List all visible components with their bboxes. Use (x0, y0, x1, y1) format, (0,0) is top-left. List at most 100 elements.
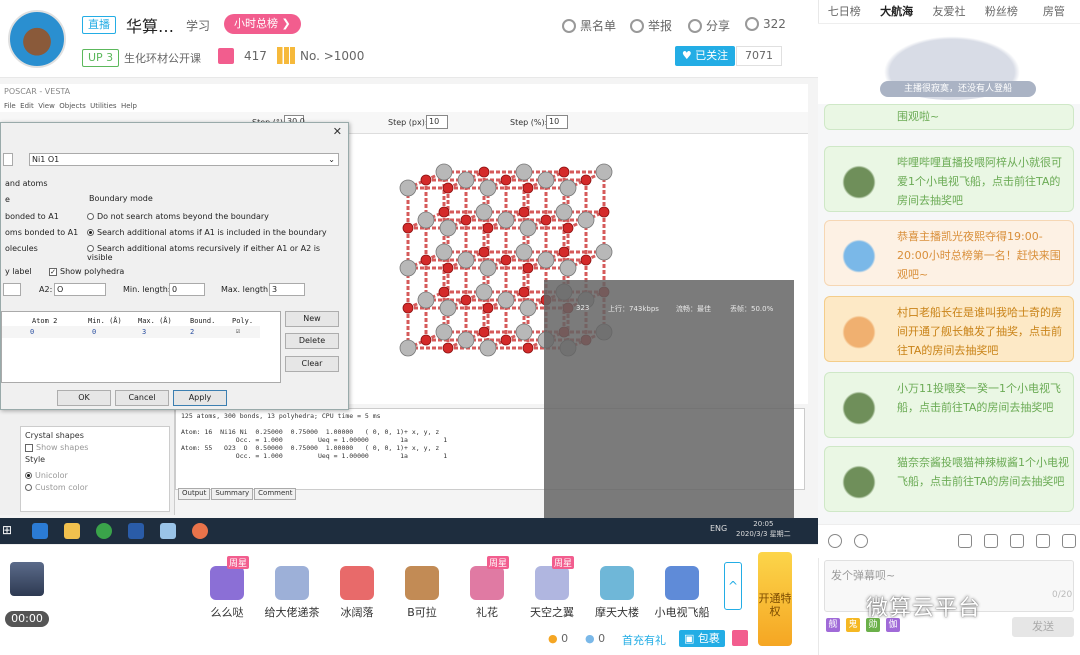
gift-item[interactable]: 冰阔落 (325, 560, 389, 620)
gift-name: 么么哒 (210, 606, 244, 619)
chat-system-card[interactable]: 哔哩哔哩直播投喂阿梓从小就很可爱1个小电视飞船，点击前往TA的房间去抽奖吧 (824, 146, 1074, 213)
vesta-menu-bar: File Edit View Objects Utilities Help (0, 100, 808, 112)
screen-icon[interactable] (1010, 534, 1024, 548)
gift-icon (210, 566, 244, 600)
table-row: 0 0 3 2 ☑ (2, 326, 260, 338)
blacklist-button[interactable]: 黑名单 (562, 17, 616, 34)
chat-system-card[interactable]: 小万11投喂癸一癸一1个小电视飞船，点击前往TA的房间去抽奖吧 (824, 372, 1074, 439)
clear-button: Clear (285, 356, 339, 372)
stat-fluency: 流畅：最佳 (676, 305, 711, 313)
oxygen-atom (442, 182, 454, 194)
nickel-atom (457, 171, 475, 189)
tab-seven-day[interactable]: 七日榜 (818, 0, 870, 23)
tab-fans[interactable]: 粉丝榜 (975, 0, 1027, 23)
gift-icon (275, 566, 309, 600)
crystal-shapes-heading: Crystal shapes (25, 431, 84, 440)
hour-rank-pill[interactable]: 小时总榜 ❯ (224, 14, 301, 34)
oxygen-atom (540, 214, 552, 226)
streamer-name[interactable]: 华算… (126, 13, 174, 37)
up-level-badge: UP 3 (82, 49, 120, 67)
gift-item[interactable]: B可拉 (390, 560, 454, 620)
card-text: 村口老船长在是谁叫我哈士奇的房间开通了舰长触发了抽奖，点击前往TA的房间去抽奖吧 (897, 306, 1062, 357)
hand-icon[interactable] (958, 534, 972, 548)
unicolor-label: Unicolor (35, 471, 68, 480)
gift-box-icon[interactable] (732, 630, 748, 646)
chat-system-card[interactable]: 猫奈奈酱投喂猫神辣椒酱1个小电视飞船，点击前往TA的房间去抽奖吧 (824, 446, 1074, 513)
unicolor-radio (25, 472, 32, 479)
open-privilege-button[interactable]: 开通特权 (758, 552, 792, 646)
report-button[interactable]: 举报 (630, 17, 672, 34)
tab-room-admin[interactable]: 房管 (1028, 0, 1080, 23)
oxygen-atom (500, 174, 512, 186)
play-timer: 00:00 (5, 611, 49, 627)
chat-system-card[interactable]: 村口老船长在是谁叫我哈士奇的房间开通了舰长触发了抽奖，点击前往TA的房间去抽奖吧 (824, 296, 1074, 363)
image-icon[interactable] (984, 534, 998, 548)
medal-tag-1[interactable]: 舰 (826, 618, 840, 632)
streamer-avatar[interactable] (8, 10, 66, 68)
stream-stats: 323 上行：743kbps 流畅：最佳 丢帧：50.0% (544, 300, 794, 318)
palette-icon[interactable] (854, 534, 868, 548)
tv-icon[interactable] (10, 562, 44, 596)
gift-item[interactable]: 小电视飞船 (650, 560, 714, 620)
chat-system-card[interactable]: 恭喜主播凯光夜熙夺得19:00-20:00小时总榜第一名！赶快来围观吧~ (824, 220, 1074, 287)
gift-item[interactable]: 周星 礼花 (455, 556, 519, 620)
blacklist-label: 黑名单 (580, 19, 617, 33)
vesta-icon (160, 523, 176, 539)
people-icon (745, 17, 759, 31)
card-text: 小万11投喂癸一癸一1个小电视飞船，点击前往TA的房间去抽奖吧 (897, 382, 1061, 414)
boundary-radio-2-label: Search additional atoms if A1 is include… (97, 228, 327, 237)
app-icon (192, 523, 208, 539)
medal-tag-2[interactable]: 鬼 (846, 618, 860, 632)
mascot-icon (831, 457, 887, 513)
gift-item[interactable]: 摩天大楼 (585, 560, 649, 620)
package-button[interactable]: ▣ 包裹 (679, 630, 725, 647)
oxygen-atom (558, 246, 570, 258)
vesta-window-title: POSCAR - VESTA (0, 84, 808, 100)
mascot-icon (831, 157, 887, 213)
a1-select (3, 283, 21, 296)
nickel-atom (457, 331, 475, 349)
gift-name: 给大佬递茶 (264, 606, 320, 619)
search-opt-3: olecules (5, 244, 38, 253)
card-icon[interactable] (1036, 534, 1050, 548)
oxygen-atom (562, 222, 574, 234)
a2-value: O (57, 285, 64, 294)
nickel-atom (559, 179, 577, 197)
stream-header (0, 0, 818, 78)
boundary-radio-3 (87, 245, 94, 252)
menu-objects: Objects (59, 102, 86, 110)
oxygen-atom (438, 206, 450, 218)
oxygen-atom (478, 326, 490, 338)
chat-system-card[interactable]: 围观啦~ (824, 104, 1074, 130)
oxygen-atom (478, 166, 490, 178)
search-opt-2: oms bonded to A1 (5, 228, 79, 237)
emoji-icon[interactable] (828, 534, 842, 548)
area-name[interactable]: 生化环材公开课 (124, 50, 201, 66)
recharge-link[interactable]: 首充有礼 (622, 632, 666, 648)
settings-icon[interactable] (1062, 534, 1076, 548)
gift-name: 冰阔落 (340, 606, 374, 619)
more-gifts-button[interactable]: ^ (724, 562, 742, 610)
output-tabs: Output Summary Comment (178, 488, 297, 500)
share-button[interactable]: 分享 (688, 17, 730, 34)
nickel-atom (595, 243, 613, 261)
category-link[interactable]: 学习 (186, 17, 210, 34)
nickel-atom (439, 299, 457, 317)
nickel-atom (515, 163, 533, 181)
follow-button[interactable]: ♥ 已关注 (675, 46, 735, 66)
gift-item[interactable]: 周星 么么哒 (195, 556, 259, 620)
clock-date: 2020/3/3 星期二 (736, 530, 791, 538)
send-button[interactable]: 发送 (1012, 617, 1074, 637)
gift-item[interactable]: 给大佬递茶 (260, 560, 324, 620)
min-length-label: Min. length: (123, 285, 171, 294)
section-label: and atoms (5, 179, 48, 188)
cell-bound: 2 (190, 328, 195, 336)
gift-item[interactable]: 周星 天空之翼 (520, 556, 584, 620)
oxygen-atom (522, 342, 534, 354)
custom-color-label: Custom color (35, 483, 88, 492)
tab-friend-club[interactable]: 友爱社 (923, 0, 975, 23)
tab-guard[interactable]: 大航海 (870, 0, 922, 23)
windows-start-icon: ⊞ (2, 523, 18, 539)
nickel-atom (475, 283, 493, 301)
nickel-atom (417, 291, 435, 309)
